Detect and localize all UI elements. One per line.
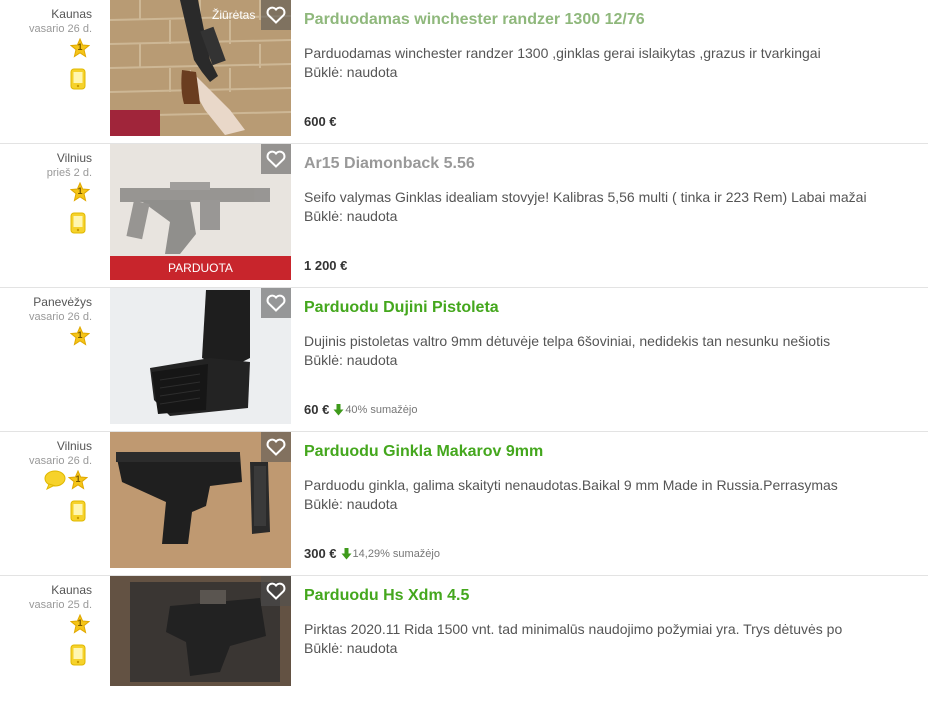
listing-list: Kaunas vasario 26 d. 1 Žiūrėtas Parduoda… — [0, 0, 928, 686]
heart-icon — [266, 6, 286, 24]
star-count: 1 — [75, 474, 81, 484]
listing-meta: Kaunas vasario 26 d. — [0, 6, 92, 37]
favorite-button[interactable] — [261, 288, 291, 318]
star-icon: 1 — [68, 470, 88, 490]
description-text: Dujinis pistoletas valtro 9mm dėtuvėje t… — [304, 333, 831, 349]
listing-meta: Vilnius vasario 26 d. — [0, 438, 92, 469]
star-icon: 1 — [70, 614, 90, 634]
listing-badges: 1 — [70, 182, 90, 202]
phone-icon — [70, 500, 86, 522]
arrow-down-icon — [341, 547, 352, 559]
listing-date: vasario 26 d. — [29, 311, 92, 323]
price-drop-text: 40% sumažėjo — [345, 403, 418, 416]
listing-price-block: 1 200 € — [304, 258, 347, 273]
phone-icon — [70, 68, 86, 90]
chat-icon — [44, 470, 66, 490]
listing-title-link[interactable]: Parduodu Ginkla Makarov 9mm — [304, 441, 543, 463]
star-count: 1 — [77, 330, 83, 340]
listing-city: Kaunas — [51, 7, 92, 21]
star-count: 1 — [77, 618, 83, 628]
price-drop-text: 14,29% sumažėjo — [352, 547, 440, 560]
star-icon: 1 — [70, 38, 90, 58]
sold-banner: PARDUOTA — [110, 256, 291, 280]
condition-text: Būklė: naudota — [304, 640, 398, 656]
listing-badges: 1 — [70, 326, 90, 346]
heart-icon — [266, 438, 286, 456]
listing-title-link[interactable]: Parduodamas winchester randzer 1300 12/7… — [304, 9, 645, 31]
star-icon: 1 — [70, 182, 90, 202]
price-value: 600 € — [304, 114, 337, 129]
description-text: Parduodu ginkla, galima skaityti nenaudo… — [304, 477, 838, 493]
listing-description: Dujinis pistoletas valtro 9mm dėtuvėje t… — [304, 332, 914, 370]
listing-badges: 1 — [70, 614, 90, 634]
favorite-button[interactable] — [261, 432, 291, 462]
listing-description: Pirktas 2020.11 Rida 1500 vnt. tad minim… — [304, 620, 914, 658]
condition-text: Būklė: naudota — [304, 496, 398, 512]
listing-city: Vilnius — [56, 439, 92, 453]
price-value: 60 € — [304, 402, 330, 417]
heart-icon — [266, 294, 286, 312]
seen-label: Žiūrėtas — [212, 8, 256, 22]
listing-title-link[interactable]: Parduodu Hs Xdm 4.5 — [304, 585, 469, 607]
listing-row[interactable]: Kaunas vasario 25 d. 1 Parduodu Hs Xdm 4… — [0, 576, 928, 720]
listing-price-block: 300 € 14,29% sumažėjo — [304, 546, 440, 561]
listing-thumbnail[interactable] — [110, 576, 291, 686]
condition-text: Būklė: naudota — [304, 208, 398, 224]
listing-description: Parduodamas winchester randzer 1300 ,gin… — [304, 44, 914, 82]
favorite-button[interactable] — [261, 0, 291, 30]
listing-date: prieš 2 d. — [46, 167, 92, 179]
star-count: 1 — [77, 186, 83, 196]
star-count: 1 — [77, 42, 83, 52]
price-value: 300 € — [304, 546, 337, 561]
listing-city: Panevėžys — [33, 295, 92, 309]
listing-date: vasario 25 d. — [29, 599, 92, 611]
listing-meta: Panevėžys vasario 26 d. — [0, 294, 92, 325]
favorite-button[interactable] — [261, 576, 291, 606]
listing-row[interactable]: Kaunas vasario 26 d. 1 Žiūrėtas Parduoda… — [0, 0, 928, 144]
listing-row[interactable]: Vilnius vasario 26 d. 1 Parduodu Ginkla … — [0, 432, 928, 576]
price-value: 1 200 € — [304, 258, 348, 273]
description-text: Parduodamas winchester randzer 1300 ,gin… — [304, 45, 821, 61]
listing-thumbnail[interactable] — [110, 288, 291, 424]
listing-thumbnail[interactable]: Žiūrėtas — [110, 0, 291, 136]
arrow-down-icon — [333, 403, 344, 415]
condition-text: Būklė: naudota — [304, 352, 398, 368]
phone-icon — [70, 212, 86, 234]
description-text: Seifo valymas Ginklas idealiam stovyje! … — [304, 189, 867, 205]
listing-meta: Vilnius prieš 2 d. — [0, 150, 92, 181]
star-icon: 1 — [70, 326, 90, 346]
listing-row[interactable]: Panevėžys vasario 26 d. 1 Parduodu Dujin… — [0, 288, 928, 432]
heart-icon — [266, 150, 286, 168]
listing-date: vasario 26 d. — [29, 455, 92, 467]
phone-icon — [70, 644, 86, 666]
description-text: Pirktas 2020.11 Rida 1500 vnt. tad minim… — [304, 621, 843, 637]
heart-icon — [266, 582, 286, 600]
listing-price-block: 600 € — [304, 114, 337, 129]
listing-title-link[interactable]: Ar15 Diamonback 5.56 — [304, 153, 475, 175]
listing-thumbnail[interactable]: PARDUOTA — [110, 144, 291, 280]
listing-badges: 1 — [44, 470, 88, 490]
listing-thumbnail[interactable] — [110, 432, 291, 568]
listing-description: Parduodu ginkla, galima skaityti nenaudo… — [304, 476, 914, 514]
listing-city: Vilnius — [56, 151, 92, 165]
price-drop: 40% sumažėjo — [333, 403, 418, 416]
listing-meta: Kaunas vasario 25 d. — [0, 582, 92, 613]
listing-city: Kaunas — [51, 583, 92, 597]
condition-text: Būklė: naudota — [304, 64, 398, 80]
price-drop: 14,29% sumažėjo — [341, 547, 440, 560]
listing-badges: 1 — [70, 38, 90, 58]
favorite-button[interactable] — [261, 144, 291, 174]
listing-title-link[interactable]: Parduodu Dujini Pistoleta — [304, 297, 499, 319]
listing-date: vasario 26 d. — [29, 23, 92, 35]
listing-price-block: 60 € 40% sumažėjo — [304, 402, 417, 417]
listing-row[interactable]: Vilnius prieš 2 d. 1 PARDUOTA Ar15 Diamo… — [0, 144, 928, 288]
listing-description: Seifo valymas Ginklas idealiam stovyje! … — [304, 188, 914, 226]
